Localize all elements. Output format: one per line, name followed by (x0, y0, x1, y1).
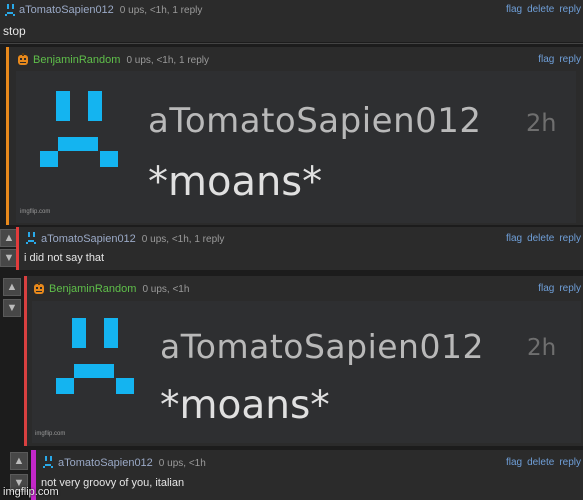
comment-meta: aTomatoSapien012 0 ups, <1h, 1 reply (19, 4, 202, 16)
delete-link[interactable]: delete (527, 233, 554, 244)
sad-face-icon (40, 91, 118, 167)
meme-text: *moans* (160, 383, 330, 428)
reply-link[interactable]: reply (559, 54, 581, 65)
sad-face-avatar-icon (43, 456, 53, 468)
thread-bar (16, 227, 19, 270)
comment-text: stop (3, 24, 26, 38)
meme-timestamp: 2h (527, 335, 557, 361)
sad-face-avatar-icon (5, 4, 15, 16)
thread-bar (6, 47, 9, 225)
downvote-button[interactable]: ▼ (3, 299, 21, 317)
comment-stats: 0 ups, <1h (142, 284, 190, 295)
flag-link[interactable]: flag (538, 283, 554, 294)
sad-face-icon (56, 318, 134, 394)
comment-actions: flag reply (533, 54, 581, 65)
reply-link[interactable]: reply (559, 283, 581, 294)
username[interactable]: aTomatoSapien012 (41, 233, 136, 245)
meme-username: aTomatoSapien012 (148, 101, 482, 141)
comment-actions: flag delete reply (501, 457, 581, 468)
upvote-button[interactable]: ▲ (3, 278, 21, 296)
meme-username: aTomatoSapien012 (160, 327, 484, 366)
pumpkin-avatar-icon (18, 53, 28, 65)
thread-bar (24, 276, 27, 446)
comment-2: BenjaminRandom 0 ups, <1h, 1 reply flag re… (6, 47, 583, 225)
comment-meta: BenjaminRandom 0 ups, <1h (49, 283, 189, 295)
comment-stats: 0 ups, <1h, 1 reply (119, 5, 203, 16)
comment-text: not very groovy of you, italian (41, 477, 185, 489)
delete-link[interactable]: delete (527, 4, 554, 15)
comment-4: BenjaminRandom 0 ups, <1h flag reply aToma… (24, 276, 583, 446)
meme-watermark: imgflip.com (20, 209, 51, 215)
flag-link[interactable]: flag (506, 457, 522, 468)
comment-5: aTomatoSapien012 0 ups, <1h flag delete rep… (31, 450, 583, 500)
flag-link[interactable]: flag (506, 233, 522, 244)
comment-1: aTomatoSapien012 0 ups, <1h, 1 reply flag… (0, 0, 583, 42)
comment-actions: flag reply (533, 283, 581, 294)
comment-meta: BenjaminRandom 0 ups, <1h, 1 reply (33, 54, 209, 66)
delete-link[interactable]: delete (527, 457, 554, 468)
comment-stats: 0 ups, <1h, 1 reply (126, 55, 209, 66)
comment-stats: 0 ups, <1h (158, 458, 206, 469)
meme-watermark: imgflip.com (35, 431, 66, 437)
reply-link[interactable]: reply (559, 457, 581, 468)
flag-link[interactable]: flag (538, 54, 554, 65)
reply-link[interactable]: reply (559, 233, 581, 244)
pumpkin-avatar-icon (34, 282, 44, 294)
meme-image[interactable]: aTomatoSapien012 2h *moans* imgflip.com (16, 71, 576, 223)
username[interactable]: BenjaminRandom (49, 283, 136, 295)
comment-actions: flag delete reply (501, 4, 581, 15)
sad-face-avatar-icon (26, 232, 36, 244)
meme-text: *moans* (148, 159, 323, 205)
comment-meta: aTomatoSapien012 0 ups, <1h (58, 457, 206, 469)
username[interactable]: aTomatoSapien012 (58, 457, 153, 469)
reply-link[interactable]: reply (559, 4, 581, 15)
meme-timestamp: 2h (526, 109, 557, 137)
upvote-button[interactable]: ▲ (10, 452, 28, 470)
meme-image[interactable]: aTomatoSapien012 2h *moans* imgflip.com (32, 301, 581, 443)
username[interactable]: aTomatoSapien012 (19, 4, 114, 16)
comment-stats: 0 ups, <1h, 1 reply (141, 234, 225, 245)
flag-link[interactable]: flag (506, 4, 522, 15)
comment-3: aTomatoSapien012 0 ups, <1h, 1 reply flag… (16, 227, 583, 270)
comment-text: i did not say that (24, 252, 105, 264)
username[interactable]: BenjaminRandom (33, 54, 120, 66)
imgflip-watermark: imgflip.com (3, 486, 59, 498)
comment-actions: flag delete reply (501, 233, 581, 244)
comment-meta: aTomatoSapien012 0 ups, <1h, 1 reply (41, 233, 224, 245)
